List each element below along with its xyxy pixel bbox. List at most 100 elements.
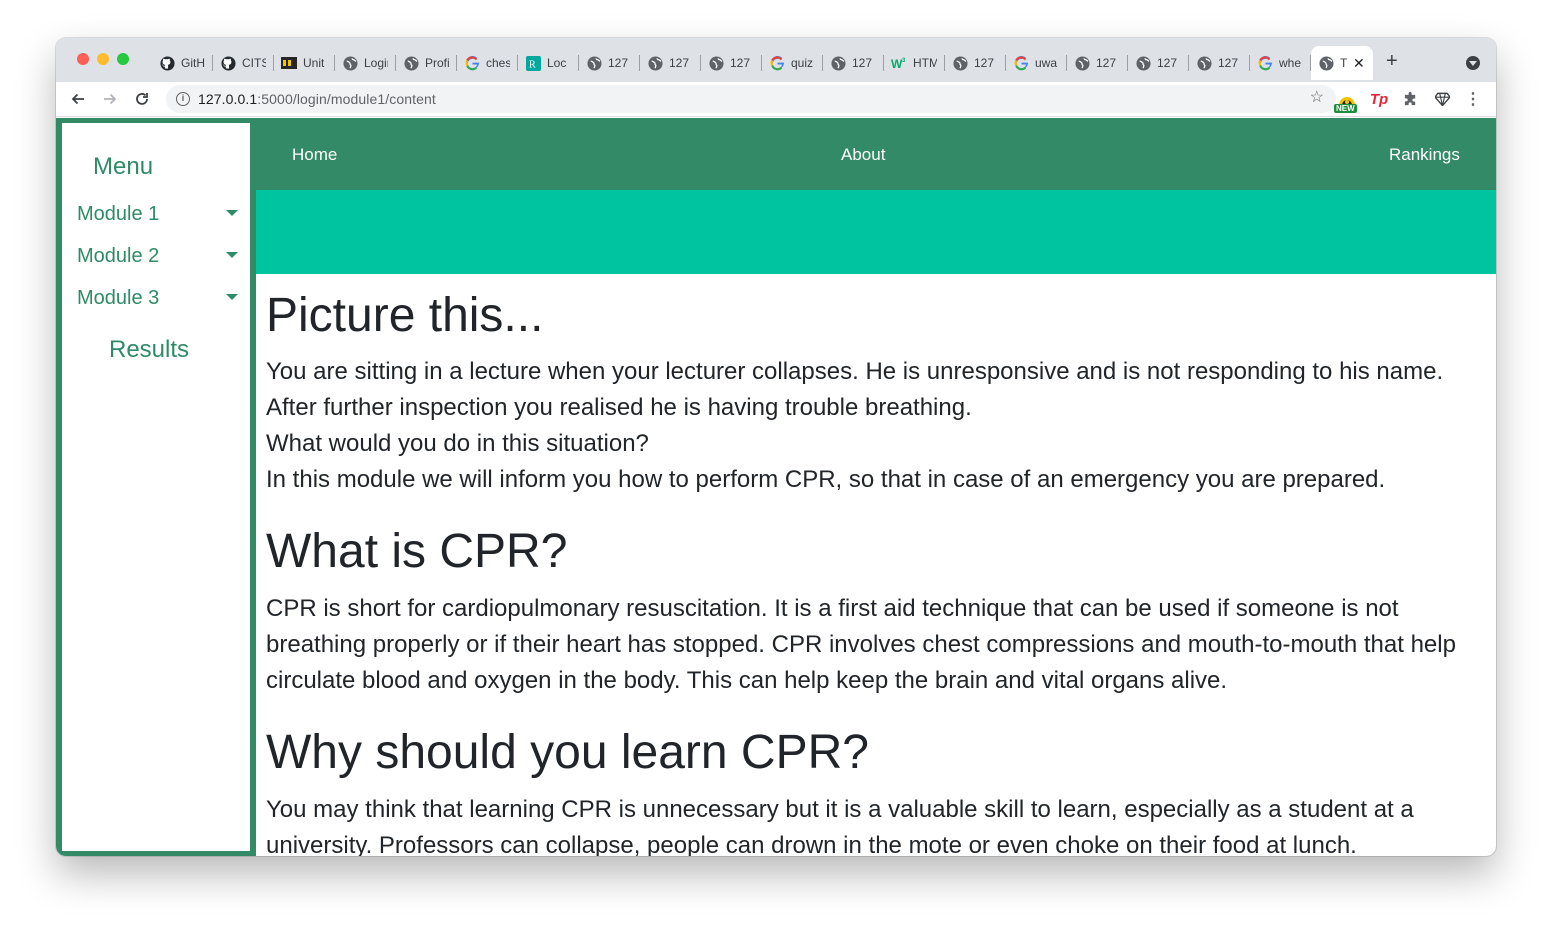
browser-window: GitHub CITS Unit Login Profile chest R Lo…: [56, 38, 1496, 856]
tab-label: GitHub: [181, 56, 205, 70]
tab[interactable]: 127: [579, 46, 640, 80]
tab[interactable]: Unit: [274, 46, 335, 80]
tab[interactable]: 127: [701, 46, 762, 80]
globe-icon: [1135, 55, 1151, 71]
tab-search-icon[interactable]: [1466, 56, 1480, 70]
github-icon: [159, 55, 175, 71]
close-tab-icon[interactable]: ✕: [1353, 56, 1365, 70]
back-arrow-icon[interactable]: [68, 89, 88, 109]
tab-label: Unit: [303, 56, 325, 70]
tab[interactable]: 127: [823, 46, 884, 80]
tab[interactable]: chest: [457, 46, 518, 80]
forward-arrow-icon[interactable]: [100, 89, 120, 109]
tab-active[interactable]: T ✕: [1311, 46, 1373, 80]
caret-down-icon: [226, 294, 238, 300]
tab-label: chest: [486, 56, 510, 70]
tab-strip: GitHub CITS Unit Login Profile chest R Lo…: [56, 38, 1496, 82]
nav-about-link[interactable]: About: [841, 145, 885, 165]
extension-gem-icon[interactable]: [1432, 88, 1452, 110]
tab[interactable]: Login: [335, 46, 396, 80]
tab-label: quiz: [791, 56, 814, 70]
tab[interactable]: quiz: [762, 46, 823, 80]
sidebar-item-module-1[interactable]: Module 1: [77, 199, 242, 229]
intro-line: In this module we will inform you how to…: [266, 466, 1386, 493]
svg-text:3: 3: [902, 58, 906, 64]
tab[interactable]: 127: [1189, 46, 1250, 80]
tab[interactable]: whe: [1250, 46, 1311, 80]
heading-what-is-cpr: What is CPR?: [266, 525, 568, 578]
sidebar-item-label: Module 3: [77, 286, 160, 309]
what-is-cpr-paragraph: CPR is short for cardiopulmonary resusci…: [266, 595, 1456, 694]
intro-line: What would you do in this situation?: [266, 430, 649, 457]
w3schools-icon: W3: [891, 55, 907, 71]
globe-icon: [1318, 55, 1334, 71]
nav-home-link[interactable]: Home: [292, 145, 337, 165]
extension-tp-icon[interactable]: Tp: [1368, 88, 1390, 110]
sidebar-item-label: Module 2: [77, 244, 160, 267]
google-icon: [1257, 55, 1273, 71]
sidebar-item-module-3[interactable]: Module 3: [77, 283, 242, 313]
browser-toolbar: i 127.0.0.1:5000/login/module1/content ☆…: [56, 82, 1496, 117]
why-learn-cpr-paragraph: You may think that learning CPR is unnec…: [266, 796, 1414, 856]
tab[interactable]: W3 HTML: [884, 46, 945, 80]
extension-new-icon[interactable]: NEW: [1334, 88, 1360, 113]
page-viewport: Menu Module 1 Module 2 Module 3 Results …: [56, 118, 1496, 856]
sidebar-item-module-2[interactable]: Module 2: [77, 241, 242, 271]
globe-icon: [830, 55, 846, 71]
tab[interactable]: Profile: [396, 46, 457, 80]
google-icon: [464, 55, 480, 71]
tab-label: 127: [1096, 56, 1117, 70]
results-link[interactable]: Results: [109, 336, 189, 364]
bookmark-star-icon[interactable]: ☆: [1310, 90, 1324, 106]
tab[interactable]: 127: [945, 46, 1006, 80]
globe-icon: [403, 55, 419, 71]
extensions-puzzle-icon[interactable]: [1400, 88, 1420, 110]
tab[interactable]: 127: [1067, 46, 1128, 80]
svg-text:R: R: [528, 59, 535, 70]
tab-label: 127: [974, 56, 995, 70]
blackboard-icon: [281, 55, 297, 71]
tab-label: HTML: [913, 56, 937, 70]
zoom-window-button[interactable]: [117, 53, 129, 65]
github-icon: [220, 55, 236, 71]
tab[interactable]: R Loc: [518, 46, 579, 80]
info-icon[interactable]: i: [176, 92, 190, 106]
globe-icon: [647, 55, 663, 71]
intro-paragraph: You are sitting in a lecture when your l…: [266, 354, 1481, 498]
menu-title: Menu: [93, 153, 154, 180]
heading-why-learn-cpr: Why should you learn CPR?: [266, 726, 869, 779]
tab-label: whe: [1279, 56, 1302, 70]
tab-label: uwa: [1035, 56, 1058, 70]
close-window-button[interactable]: [77, 53, 89, 65]
new-tab-button[interactable]: +: [1386, 51, 1398, 71]
reload-icon[interactable]: [132, 89, 152, 109]
sidebar-item-label: Module 1: [77, 202, 160, 225]
tab-label: CITS: [242, 56, 266, 70]
browser-menu-icon[interactable]: ⋮: [1465, 88, 1481, 110]
url-host: 127.0.0.1: [198, 91, 258, 107]
tab-label: Profile: [425, 56, 449, 70]
top-navbar: Home About Rankings: [256, 118, 1496, 190]
tab[interactable]: GitHub: [152, 46, 213, 80]
tab[interactable]: uwa: [1006, 46, 1067, 80]
tab-label: Login: [364, 56, 388, 70]
main-content: Picture this... You are sitting in a lec…: [256, 274, 1496, 856]
tab[interactable]: 127: [1128, 46, 1189, 80]
tab[interactable]: 127: [640, 46, 701, 80]
tab[interactable]: CITS: [213, 46, 274, 80]
minimize-window-button[interactable]: [97, 53, 109, 65]
nav-rankings-link[interactable]: Rankings: [1389, 145, 1460, 165]
tab-label: 127: [669, 56, 690, 70]
url-text: 127.0.0.1:5000/login/module1/content: [198, 91, 436, 107]
address-bar[interactable]: i 127.0.0.1:5000/login/module1/content ☆: [166, 85, 1336, 113]
resuscitation-icon: R: [525, 55, 541, 71]
caret-down-icon: [226, 252, 238, 258]
tab-label: 127: [608, 56, 629, 70]
globe-icon: [342, 55, 358, 71]
globe-icon: [1074, 55, 1090, 71]
globe-icon: [708, 55, 724, 71]
url-path: :5000/login/module1/content: [257, 91, 436, 107]
intro-line: You are sitting in a lecture when your l…: [266, 358, 1444, 385]
google-icon: [769, 55, 785, 71]
header-banner: [256, 190, 1496, 274]
